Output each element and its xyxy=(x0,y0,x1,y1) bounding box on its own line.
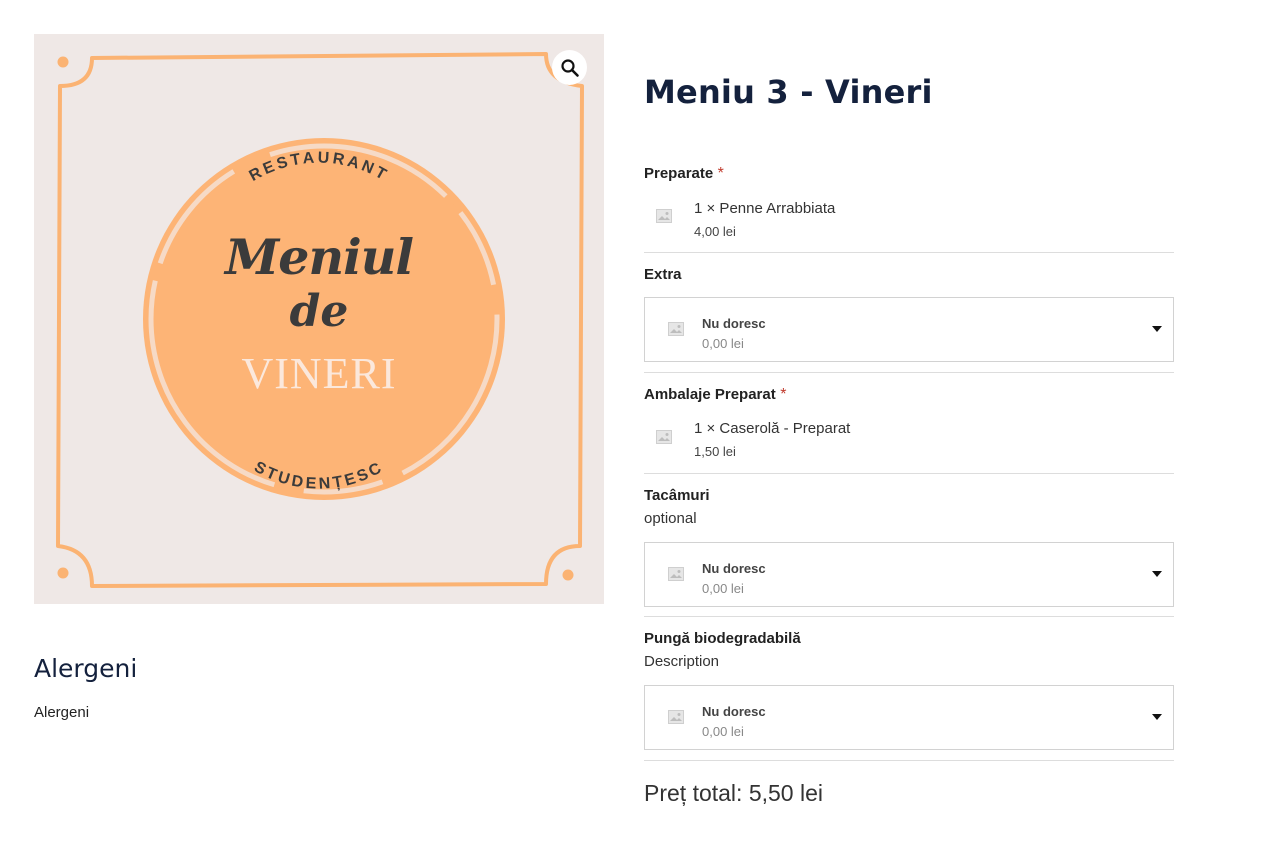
section-label: Tacâmuri xyxy=(644,487,710,504)
required-marker: * xyxy=(780,386,787,403)
extra-select[interactable]: Nu doresc 0,00 lei xyxy=(644,297,1174,362)
option-price: 0,00 lei xyxy=(702,581,744,596)
punga-select[interactable]: Nu doresc 0,00 lei xyxy=(644,685,1174,750)
image-placeholder-icon xyxy=(656,430,672,444)
divider xyxy=(644,252,1174,253)
product-title: Meniu 3 - Vineri xyxy=(644,73,933,111)
section-punga: Pungă biodegradabilă Description xyxy=(644,630,1174,670)
section-description: Description xyxy=(644,653,720,670)
caret-down-icon xyxy=(1152,571,1162,577)
alergeni-heading: Alergeni xyxy=(34,654,138,683)
total-price: Preț total: 5,50 lei xyxy=(644,780,823,806)
tacamuri-select[interactable]: Nu doresc 0,00 lei xyxy=(644,542,1174,607)
logo-line-meniul: Meniul xyxy=(225,228,414,286)
section-ambalaje: Ambalaje Preparat * xyxy=(644,386,1174,404)
image-placeholder-icon xyxy=(668,710,684,724)
option-name: Nu doresc xyxy=(702,561,766,576)
section-label: Preparate xyxy=(644,165,714,182)
logo-line-de: de xyxy=(289,286,349,337)
option-name: Nu doresc xyxy=(702,316,766,331)
section-label: Pungă biodegradabilă xyxy=(644,630,801,647)
required-marker: * xyxy=(717,165,724,182)
section-tacamuri: Tacâmuri optional xyxy=(644,487,1174,527)
divider xyxy=(644,473,1174,474)
ambalaje-item: 1 × Caserolă - Preparat 1,50 lei xyxy=(644,420,1174,464)
magnifier-icon xyxy=(560,58,579,77)
image-placeholder-icon xyxy=(668,322,684,336)
option-price: 0,00 lei xyxy=(702,336,744,351)
caret-down-icon xyxy=(1152,714,1162,720)
option-name: Nu doresc xyxy=(702,704,766,719)
item-price: 1,50 lei xyxy=(694,444,736,459)
divider xyxy=(644,760,1174,761)
caret-down-icon xyxy=(1152,326,1162,332)
zoom-button[interactable] xyxy=(552,50,587,85)
section-label: Ambalaje Preparat xyxy=(644,386,776,403)
image-placeholder-icon xyxy=(656,209,672,223)
alergeni-text: Alergeni xyxy=(34,704,90,721)
divider xyxy=(644,616,1174,617)
option-price: 0,00 lei xyxy=(702,724,744,739)
section-label: Extra xyxy=(644,266,682,283)
item-name: 1 × Caserolă - Preparat xyxy=(694,420,851,437)
section-preparate: Preparate * xyxy=(644,165,1174,183)
preparate-item: 1 × Penne Arrabbiata 4,00 lei xyxy=(644,200,1174,244)
divider xyxy=(644,372,1174,373)
section-extra: Extra xyxy=(644,266,1174,284)
logo-line-vineri: VINERI xyxy=(241,349,397,398)
product-image: RESTAURANT STUDENȚESC Meniul de VINERI xyxy=(34,34,604,604)
item-name: 1 × Penne Arrabbiata xyxy=(694,200,836,217)
image-placeholder-icon xyxy=(668,567,684,581)
item-price: 4,00 lei xyxy=(694,224,736,239)
section-description: optional xyxy=(644,510,697,527)
